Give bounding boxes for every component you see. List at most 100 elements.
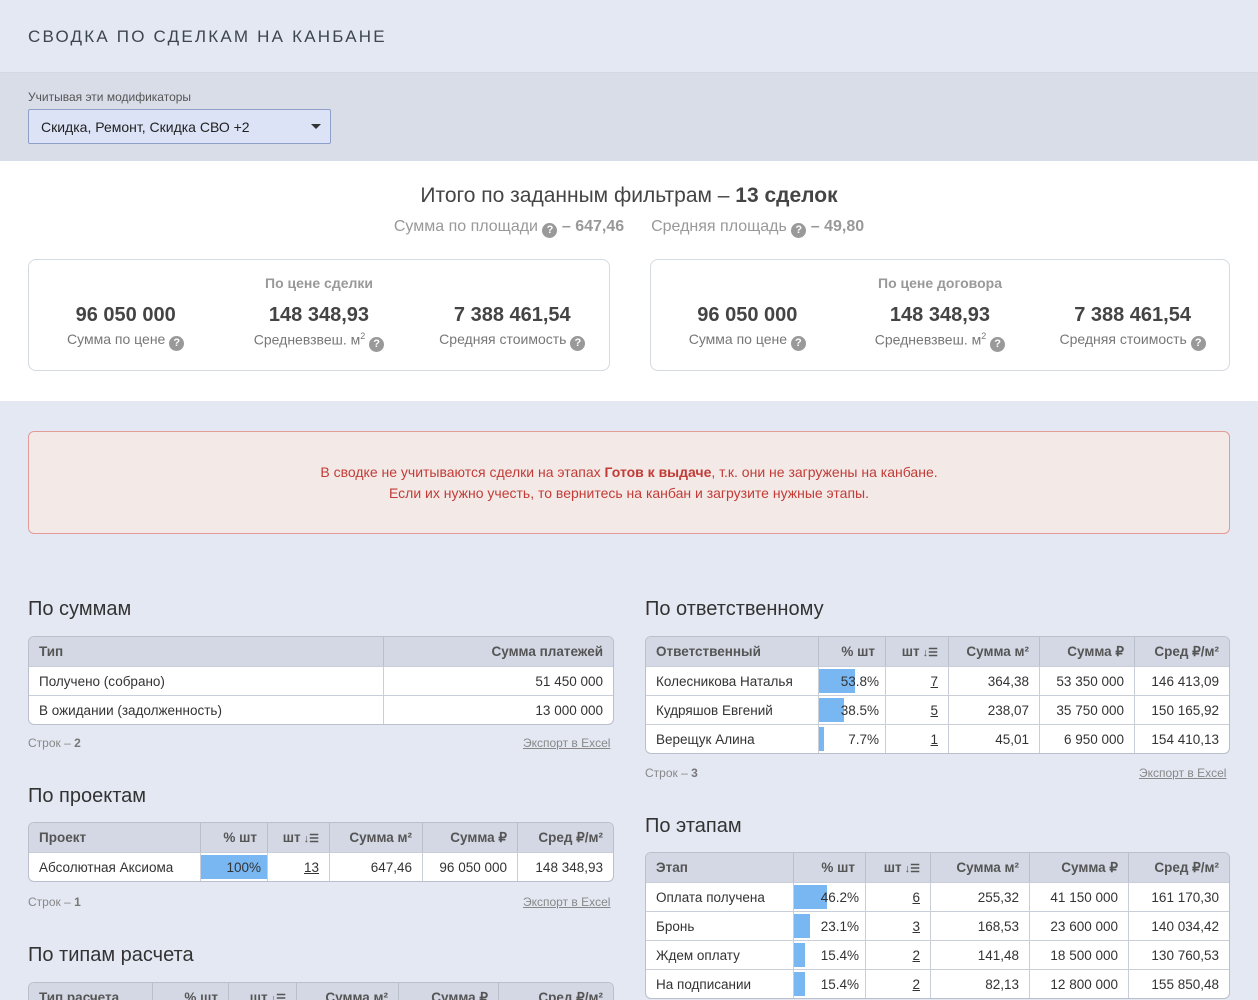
col-sum[interactable]: Сумма ₽ [1040, 637, 1135, 666]
col-sum[interactable]: Сумма ₽ [423, 823, 518, 852]
cell-sum: 12 800 000 [1030, 969, 1129, 998]
pct-value: 15.4% [820, 976, 859, 992]
cell-avg: 161 170,30 [1129, 882, 1229, 911]
table-row: В ожидании (задолженность) 13 000 000 [29, 695, 613, 724]
cell-count[interactable]: 7 [886, 666, 949, 695]
col-sum[interactable]: Сумма ₽ [1030, 853, 1129, 882]
col-area[interactable]: Сумма м² [330, 823, 423, 852]
cell-count[interactable]: 1 [886, 724, 949, 753]
page-header: СВОДКА ПО СДЕЛКАМ НА КАНБАНЕ [0, 0, 1258, 73]
count-link[interactable]: 2 [912, 977, 920, 992]
table-header-row: Тип расчета % шт шт ↓☰ Сумма м² Сумма ₽ С… [29, 983, 613, 1000]
col-count[interactable]: шт ↓☰ [886, 637, 949, 666]
pct-value: 15.4% [820, 947, 859, 963]
count-link[interactable]: 3 [912, 919, 920, 934]
metric-label: Средняя стоимость [439, 331, 567, 347]
cell-sum: 53 350 000 [1040, 666, 1135, 695]
table-header-row: Ответственный % шт шт ↓☰ Сумма м² Сумма ₽… [646, 637, 1229, 666]
col-avg[interactable]: Сред ₽/м² [518, 823, 613, 852]
cell-area: 255,32 [931, 882, 1030, 911]
cell-count[interactable]: 5 [886, 695, 949, 724]
modifiers-select[interactable]: Скидка, Ремонт, Скидка СВО +2 [28, 109, 331, 144]
cell-count[interactable]: 13 [268, 852, 330, 881]
cell-count[interactable]: 2 [866, 969, 931, 998]
cell-count[interactable]: 6 [866, 882, 931, 911]
cell-area: 141,48 [931, 940, 1030, 969]
rows-count: 3 [691, 766, 698, 780]
sort-icon[interactable]: ↓☰ [923, 646, 938, 659]
contract-price-card: По цене договора 96 050 000 Сумма по цен… [650, 259, 1230, 371]
col-responsible[interactable]: Ответственный [646, 637, 819, 666]
col-avg[interactable]: Сред ₽/м² [499, 983, 613, 1000]
metric-value: 148 348,93 [268, 304, 370, 326]
metric-label: Средневзвеш. м [253, 331, 361, 348]
metric-label: Средняя стоимость [1059, 331, 1187, 347]
cell-type: В ожидании (задолженность) [29, 695, 384, 724]
help-icon[interactable]: ? [990, 336, 1006, 352]
count-link[interactable]: 1 [930, 732, 938, 747]
cell-pct: 15.4% [794, 940, 866, 969]
modifiers-select-value: Скидка, Ремонт, Скидка СВО +2 [41, 119, 250, 135]
col-calc-type[interactable]: Тип расчета [29, 983, 153, 1000]
projects-export-link[interactable]: Экспорт в Excel [523, 895, 610, 909]
sums-table: Тип Сумма платежей Получено (собрано) 51… [28, 636, 614, 725]
col-area[interactable]: Сумма м² [949, 637, 1040, 666]
cell-name: Ждем оплату [646, 940, 794, 969]
deals-count: 13 сделок [735, 184, 838, 207]
sums-section-title: По суммам [28, 598, 132, 620]
col-avg[interactable]: Сред ₽/м² [1129, 853, 1229, 882]
sort-icon[interactable]: ↓☰ [271, 992, 286, 1000]
help-icon[interactable]: ? [1190, 336, 1206, 351]
pct-value: 100% [226, 859, 261, 875]
cell-count[interactable]: 2 [866, 940, 931, 969]
chevron-down-icon [311, 124, 321, 129]
col-count[interactable]: шт ↓☰ [268, 823, 330, 852]
cell-sum: 41 150 000 [1030, 882, 1129, 911]
help-icon[interactable]: ? [542, 223, 558, 238]
cell-area: 45,01 [949, 724, 1040, 753]
col-area[interactable]: Сумма м² [297, 983, 399, 1000]
cell-avg: 148 348,93 [518, 852, 613, 881]
count-link[interactable]: 2 [912, 948, 920, 963]
sort-icon[interactable]: ↓☰ [905, 862, 920, 875]
col-sum[interactable]: Сумма ₽ [399, 983, 499, 1000]
cell-avg: 130 760,53 [1129, 940, 1229, 969]
help-icon[interactable]: ? [570, 336, 586, 351]
help-icon[interactable]: ? [791, 223, 807, 238]
rows-count: 2 [74, 736, 81, 750]
responsible-export-link[interactable]: Экспорт в Excel [1139, 766, 1226, 780]
col-payments-sum[interactable]: Сумма платежей [384, 637, 613, 666]
col-avg[interactable]: Сред ₽/м² [1135, 637, 1229, 666]
table-row: Абсолютная Аксиома 100% 13 647,46 96 050… [29, 852, 613, 881]
table-row: Колесникова Наталья 53.8% 7 364,38 53 35… [646, 666, 1229, 695]
page-title: СВОДКА ПО СДЕЛКАМ НА КАНБАНЕ [28, 27, 387, 46]
cell-pct: 23.1% [794, 911, 866, 940]
cell-area: 238,07 [949, 695, 1040, 724]
col-count[interactable]: шт ↓☰ [866, 853, 931, 882]
col-pct[interactable]: % шт [201, 823, 268, 852]
cell-pct: 38.5% [819, 695, 886, 724]
help-icon[interactable]: ? [790, 336, 806, 351]
cell-count[interactable]: 3 [866, 911, 931, 940]
col-project[interactable]: Проект [29, 823, 201, 852]
table-row: Бронь 23.1% 3 168,53 23 600 000 140 034,… [646, 911, 1229, 940]
col-pct[interactable]: % шт [153, 983, 229, 1000]
count-link[interactable]: 5 [930, 703, 938, 718]
help-icon[interactable]: ? [369, 336, 385, 352]
col-pct[interactable]: % шт [794, 853, 866, 882]
count-link[interactable]: 13 [304, 860, 319, 875]
sort-icon[interactable]: ↓☰ [304, 832, 319, 845]
metric-sup: 2 [360, 331, 366, 341]
pct-value: 53.8% [840, 673, 879, 689]
stages-section-title: По этапам [645, 815, 742, 837]
col-count[interactable]: шт ↓☰ [229, 983, 297, 1000]
sums-export-link[interactable]: Экспорт в Excel [523, 736, 610, 750]
col-type[interactable]: Тип [29, 637, 384, 666]
help-icon[interactable]: ? [169, 336, 185, 351]
col-stage[interactable]: Этап [646, 853, 794, 882]
col-count-label: шт [883, 860, 902, 875]
col-pct[interactable]: % шт [819, 637, 886, 666]
col-area[interactable]: Сумма м² [931, 853, 1030, 882]
count-link[interactable]: 7 [930, 674, 938, 689]
count-link[interactable]: 6 [912, 890, 920, 905]
